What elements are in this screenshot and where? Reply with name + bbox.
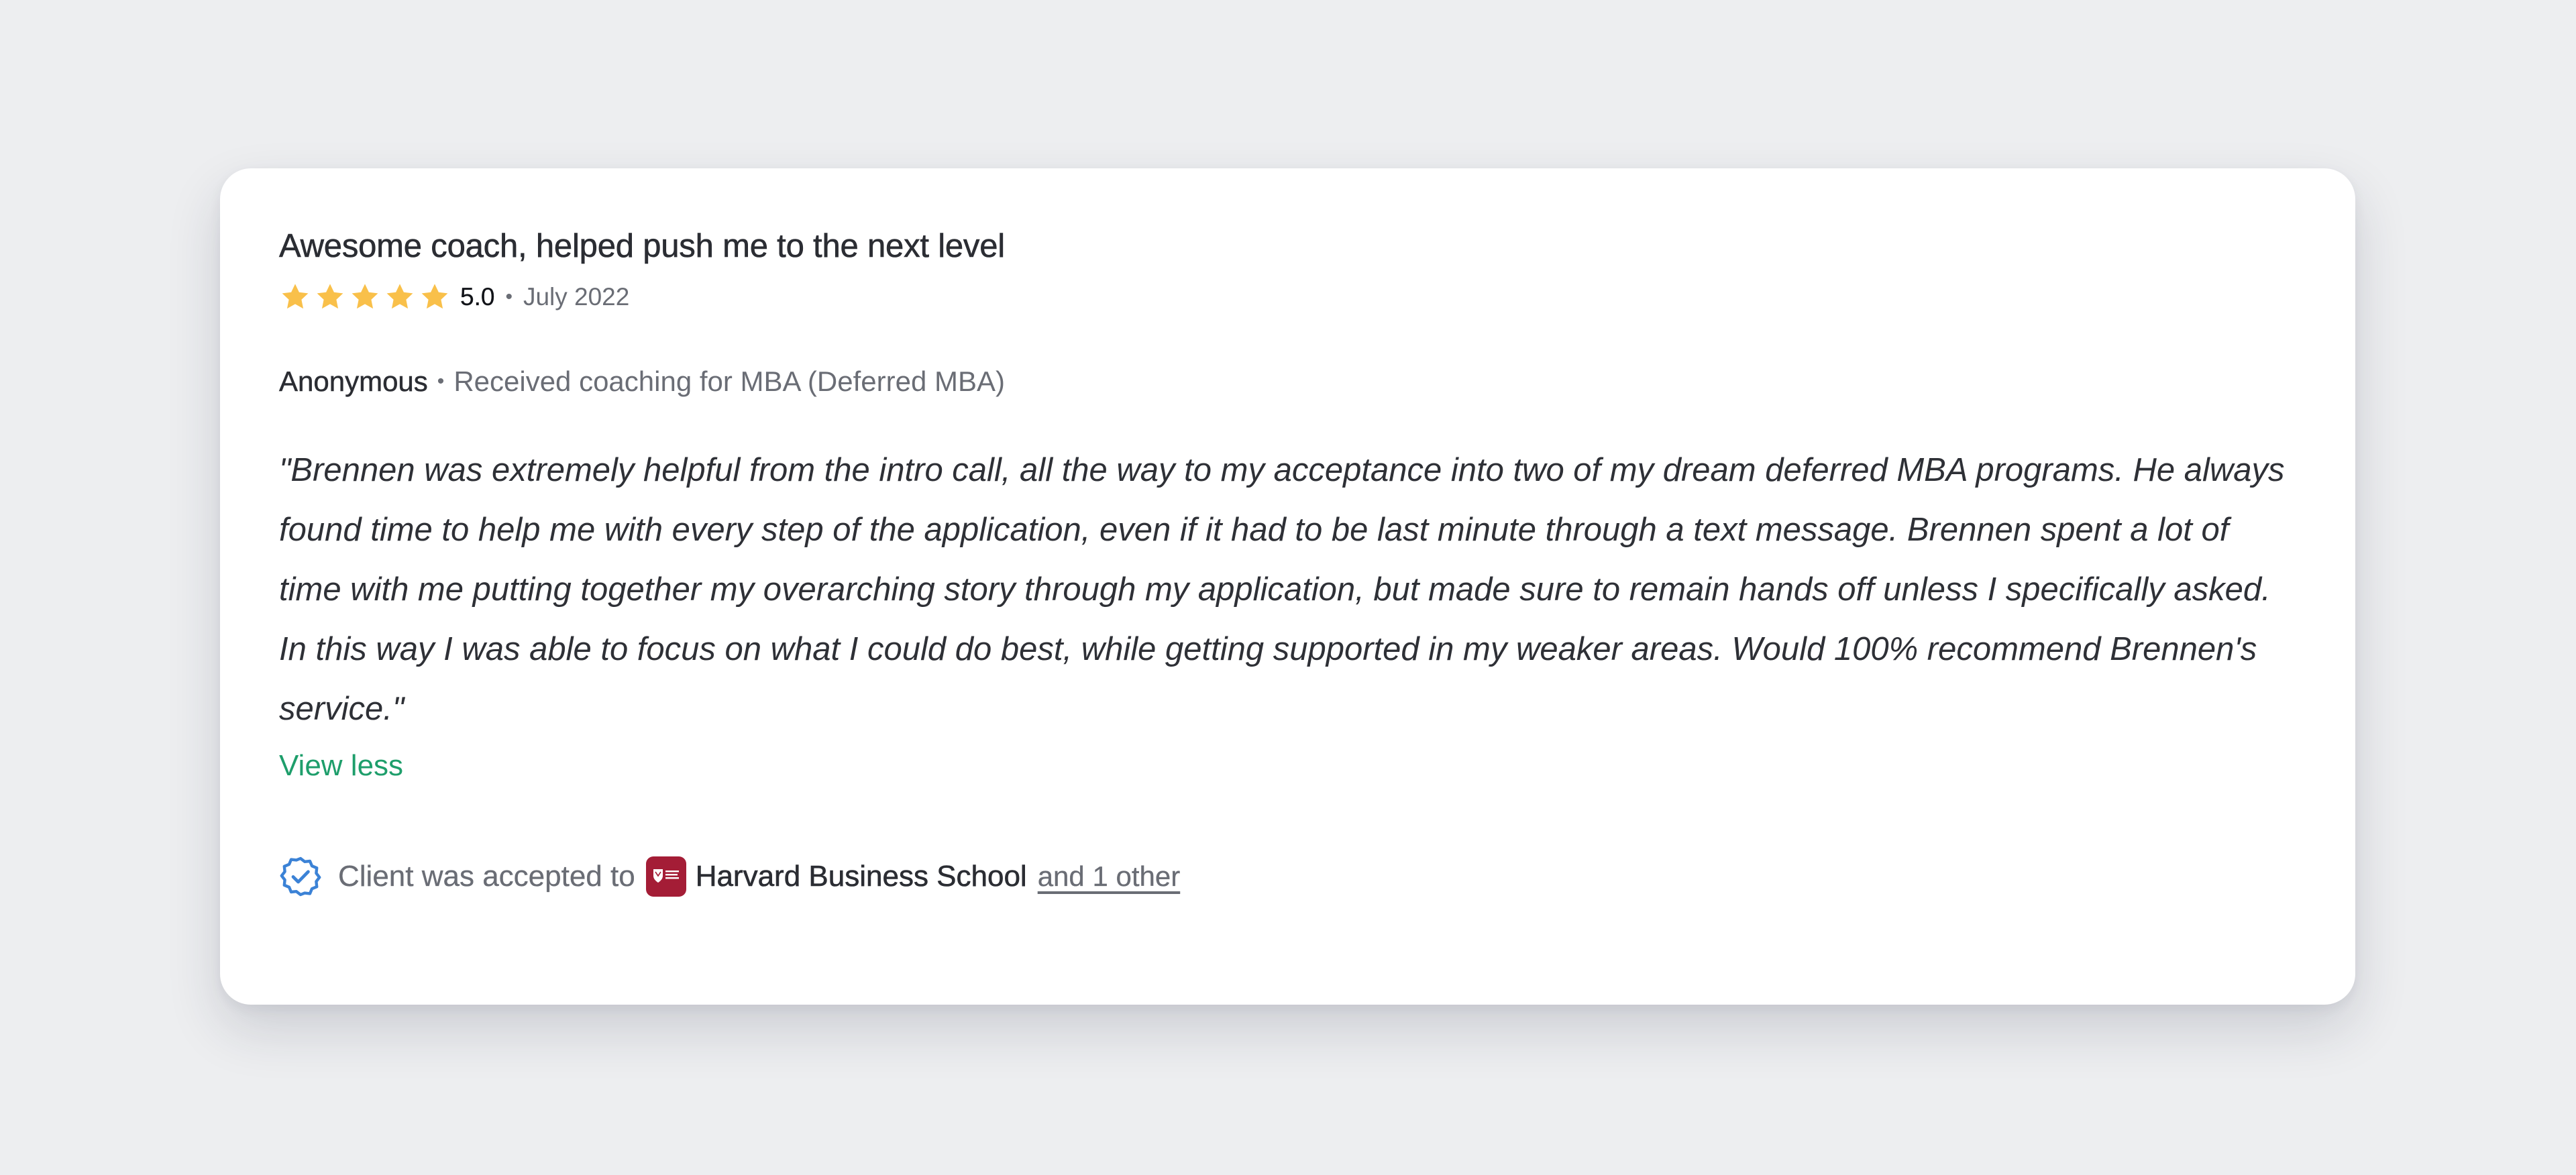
separator-dot: • xyxy=(505,286,513,308)
author-row: Anonymous • Received coaching for MBA (D… xyxy=(279,363,2296,400)
harvard-shield-icon xyxy=(645,856,686,897)
view-less-link[interactable]: View less xyxy=(279,746,403,786)
review-card: Awesome coach, helped push me to the nex… xyxy=(220,168,2355,1005)
star-icon xyxy=(421,284,448,309)
star-icon xyxy=(317,284,343,309)
coaching-label: Received coaching for MBA (Deferred MBA) xyxy=(453,366,1005,397)
school-name: Harvard Business School xyxy=(695,860,1027,893)
page-background: Awesome coach, helped push me to the nex… xyxy=(0,0,2576,1175)
star-rating xyxy=(279,281,451,313)
review-date: July 2022 xyxy=(523,283,630,311)
rating-row: 5.0 • July 2022 xyxy=(279,278,2296,316)
other-schools-link[interactable]: and 1 other xyxy=(1038,860,1181,893)
acceptance-row: Client was accepted to Harvard Business … xyxy=(279,853,2296,900)
author-name: Anonymous xyxy=(279,366,428,398)
star-icon xyxy=(386,284,413,309)
accepted-label: Client was accepted to xyxy=(338,860,635,893)
star-icon xyxy=(282,284,309,309)
verified-badge-icon xyxy=(280,856,321,897)
separator-dot: • xyxy=(437,370,445,392)
review-title: Awesome coach, helped push me to the nex… xyxy=(279,228,1006,265)
star-icon xyxy=(352,284,378,309)
review-quote: "Brennen was extremely helpful from the … xyxy=(279,452,2285,727)
rating-value: 5.0 xyxy=(460,283,495,311)
